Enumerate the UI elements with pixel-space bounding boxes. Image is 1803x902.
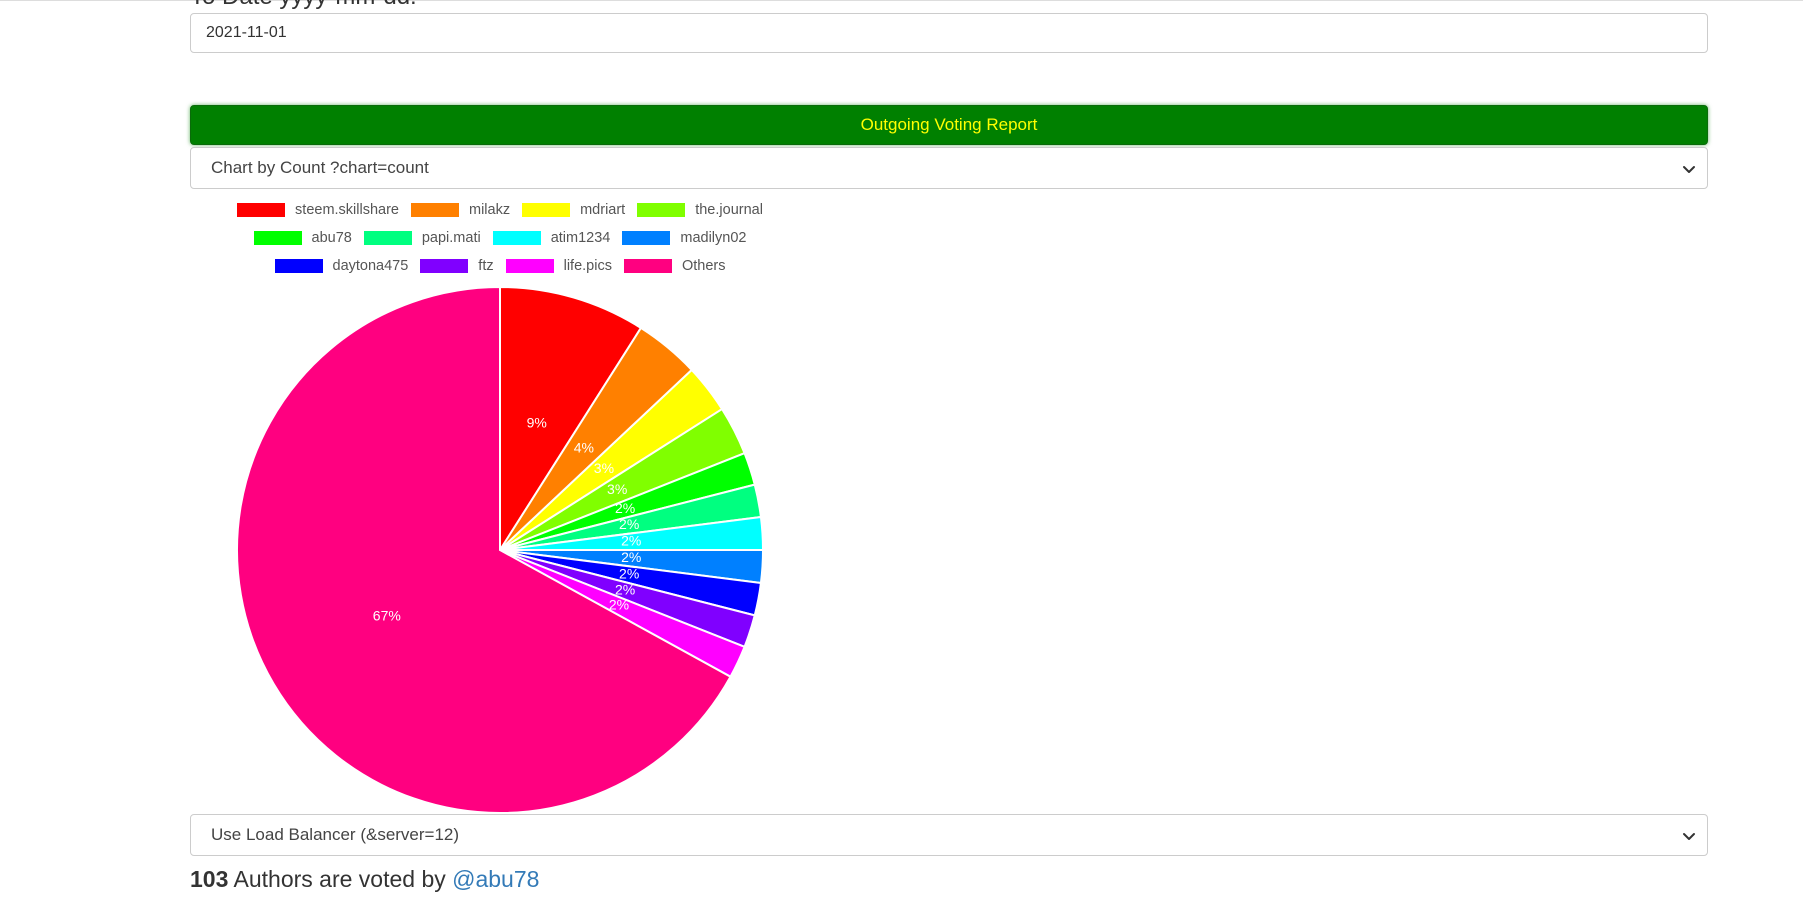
server-select-value: Use Load Balancer (&server=12)	[211, 825, 460, 844]
legend-swatch	[420, 259, 469, 273]
pie-slice-label: 2%	[615, 500, 635, 516]
legend-label: atim1234	[550, 230, 611, 246]
legend-swatch	[637, 203, 686, 217]
legend-label: daytona475	[332, 258, 409, 274]
legend-item: mdriart	[522, 202, 625, 218]
legend-item: ftz	[420, 258, 494, 274]
legend-row: abu78 papi.mati atim1234 madilyn02	[190, 224, 810, 252]
report-header: Outgoing Voting Report	[190, 105, 1708, 145]
pie-slice-label: 3%	[607, 481, 627, 497]
chevron-down-icon	[1683, 833, 1695, 840]
legend-item: the.journal	[637, 202, 763, 218]
legend-swatch	[363, 231, 412, 245]
legend-swatch	[274, 259, 323, 273]
summary-text: Authors are voted by	[233, 866, 446, 892]
legend-label: papi.mati	[421, 230, 481, 246]
legend-label: Others	[681, 258, 726, 274]
server-select[interactable]: Use Load Balancer (&server=12)	[190, 814, 1708, 856]
legend-item: life.pics	[505, 258, 612, 274]
legend-label: the.journal	[695, 202, 763, 218]
legend-item: milakz	[411, 202, 510, 218]
legend-swatch	[622, 231, 671, 245]
summary-line: 103 Authors are voted by @abu78	[190, 866, 539, 893]
chart-type-select[interactable]: Chart by Count ?chart=count	[190, 147, 1708, 189]
to-date-input[interactable]	[190, 13, 1708, 53]
legend-label: ftz	[478, 258, 494, 274]
pie-slice-label: 2%	[619, 565, 639, 581]
pie-slice-label: 4%	[574, 439, 594, 455]
legend-label: abu78	[311, 230, 352, 246]
pie-slice-label: 2%	[609, 597, 629, 613]
pie-slice-label: 2%	[615, 581, 635, 597]
legend-item: abu78	[253, 230, 352, 246]
author-count: 103	[190, 866, 229, 892]
pie-slice-label: 2%	[621, 549, 641, 565]
chart-type-select-value: Chart by Count ?chart=count	[211, 158, 429, 177]
legend-swatch	[505, 259, 554, 273]
pie-slice-label: 67%	[373, 608, 401, 624]
legend-label: mdriart	[580, 202, 626, 218]
legend-item: papi.mati	[363, 230, 481, 246]
legend-swatch	[237, 203, 286, 217]
pie-slice-label: 2%	[621, 532, 641, 548]
legend-row: steem.skillshare milakz mdriart the.journal	[190, 196, 810, 224]
legend-label: steem.skillshare	[295, 202, 399, 218]
legend-swatch	[411, 203, 459, 217]
legend-label: milakz	[469, 202, 511, 218]
legend-item: madilyn02	[622, 230, 746, 246]
pie-slice-label: 9%	[527, 414, 547, 430]
legend-swatch	[253, 231, 302, 245]
legend-swatch	[522, 203, 571, 217]
legend-swatch	[623, 259, 672, 273]
voter-link[interactable]: @abu78	[452, 866, 539, 892]
legend-item: atim1234	[492, 230, 611, 246]
chart-legend: steem.skillshare milakz mdriart the.journal…	[190, 196, 810, 280]
legend-label: madilyn02	[680, 230, 747, 246]
legend-swatch	[492, 231, 541, 245]
legend-label: life.pics	[563, 258, 612, 274]
pie-chart: 9%4%3%3%2%2%2%2%2%2%2%67%	[236, 285, 765, 814]
legend-item: Others	[623, 258, 726, 274]
to-date-label: To Date yyyy-mm-dd:	[190, 0, 417, 11]
legend-item: daytona475	[274, 258, 409, 274]
legend-item: steem.skillshare	[237, 202, 399, 218]
pie-slice-label: 3%	[594, 460, 614, 476]
chevron-down-icon	[1683, 166, 1695, 173]
pie-slice-label: 2%	[619, 516, 639, 532]
legend-row: daytona475 ftz life.pics Others	[190, 252, 810, 280]
